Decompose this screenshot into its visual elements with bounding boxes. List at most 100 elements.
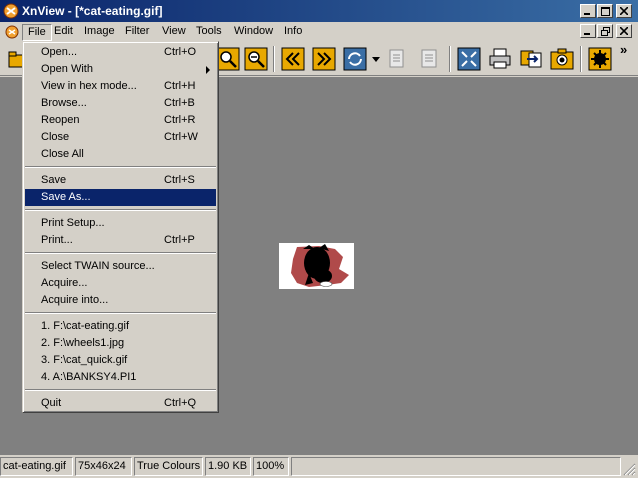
menu-item-print-setup[interactable]: Print Setup... [25, 215, 216, 232]
menu-window[interactable]: Window [229, 24, 278, 41]
menu-item-recent-3[interactable]: 3. F:\cat_quick.gif [25, 352, 216, 369]
doc-restore-button[interactable] [597, 24, 613, 38]
menu-item-recent-1[interactable]: 1. F:\cat-eating.gif [25, 318, 216, 335]
menu-item-shortcut: Ctrl+W [164, 131, 198, 143]
menu-separator [25, 389, 216, 391]
toolbar-separator [273, 46, 275, 72]
menu-item-label: Open With [41, 63, 93, 75]
menu-item-label: Close [41, 131, 70, 143]
menu-item-label: Quit [41, 397, 62, 409]
menu-item-shortcut: Ctrl+B [164, 97, 195, 109]
status-filename: cat-eating.gif [0, 457, 73, 476]
status-file-size: 1.90 KB [205, 457, 251, 476]
next-icon[interactable] [312, 47, 336, 71]
menu-item-reopen[interactable]: Reopen Ctrl+R [25, 112, 216, 129]
status-colours: True Colours [134, 457, 203, 476]
menu-item-label: Select TWAIN source... [41, 260, 155, 272]
capture-icon[interactable] [550, 47, 574, 71]
menu-item-select-twain[interactable]: Select TWAIN source... [25, 258, 216, 275]
menu-separator [25, 209, 216, 211]
menu-item-open-with[interactable]: Open With [25, 61, 216, 78]
copy-icon[interactable] [386, 47, 410, 71]
menu-item-shortcut: Ctrl+P [164, 234, 195, 246]
menu-item-label: View in hex mode... [41, 80, 137, 92]
menu-info[interactable]: Info [279, 24, 307, 41]
doc-minimize-button[interactable] [580, 24, 596, 38]
maximize-icon [600, 6, 610, 16]
minimize-button[interactable] [580, 4, 596, 18]
menu-item-open[interactable]: Open... Ctrl+O [25, 44, 216, 61]
menu-item-shortcut: Ctrl+Q [164, 397, 197, 409]
window-title: XnView - [*cat-eating.gif] [22, 4, 163, 18]
file-menu-dropdown: Open... Ctrl+O Open With View in hex mod… [22, 41, 219, 413]
menu-item-view-hex[interactable]: View in hex mode... Ctrl+H [25, 78, 216, 95]
menu-item-print[interactable]: Print... Ctrl+P [25, 232, 216, 249]
menu-filter[interactable]: Filter [120, 24, 154, 41]
minimize-icon [584, 13, 590, 15]
dropdown-arrow-icon[interactable] [372, 57, 380, 63]
restore-icon [600, 26, 610, 36]
minimize-icon [584, 33, 590, 35]
maximize-button[interactable] [597, 4, 613, 18]
menu-item-shortcut: Ctrl+R [164, 114, 196, 126]
displayed-image [279, 243, 354, 289]
toolbar-separator [449, 46, 451, 72]
print-icon[interactable] [488, 47, 512, 71]
menu-item-save[interactable]: Save Ctrl+S [25, 172, 216, 189]
menu-item-label: 2. F:\wheels1.jpg [41, 337, 125, 349]
settings-icon[interactable] [588, 47, 612, 71]
menu-item-label: Save As... [41, 191, 91, 203]
convert-icon[interactable] [519, 47, 543, 71]
menu-tools[interactable]: Tools [191, 24, 227, 41]
menu-item-label: 3. F:\cat_quick.gif [41, 354, 128, 366]
menu-item-acquire[interactable]: Acquire... [25, 275, 216, 292]
menu-item-acquire-into[interactable]: Acquire into... [25, 292, 216, 309]
menu-item-shortcut: Ctrl+S [164, 174, 195, 186]
menu-item-label: Close All [41, 148, 84, 160]
xnview-logo-icon [3, 3, 19, 19]
submenu-arrow-icon [206, 66, 210, 74]
menu-image[interactable]: Image [79, 24, 120, 41]
menu-item-label: 1. F:\cat-eating.gif [41, 320, 130, 332]
menu-item-shortcut: Ctrl+O [164, 46, 197, 58]
refresh-icon[interactable] [343, 47, 367, 71]
menu-item-browse[interactable]: Browse... Ctrl+B [25, 95, 216, 112]
document-icon[interactable] [4, 24, 20, 40]
menu-item-label: Open... [41, 46, 78, 58]
zoom-in-icon[interactable] [216, 47, 240, 71]
menu-item-label: 4. A:\BANKSY4.PI1 [41, 371, 137, 383]
close-icon [620, 7, 628, 15]
status-zoom: 100% [253, 457, 289, 476]
menu-bar: File Edit Image Filter View Tools Window… [0, 22, 638, 42]
menu-item-label: Print Setup... [41, 217, 105, 229]
toolbar-separator [580, 46, 582, 72]
doc-close-button[interactable] [616, 24, 632, 38]
menu-item-close[interactable]: Close Ctrl+W [25, 129, 216, 146]
menu-item-save-as[interactable]: Save As... [25, 189, 216, 206]
status-message [291, 457, 621, 476]
menu-item-label: Reopen [41, 114, 80, 126]
menu-item-label: Browse... [41, 97, 87, 109]
status-bar: cat-eating.gif 75x46x24 True Colours 1.9… [0, 456, 638, 478]
fullscreen-icon[interactable] [457, 47, 481, 71]
menu-item-recent-2[interactable]: 2. F:\wheels1.jpg [25, 335, 216, 352]
close-icon [620, 27, 628, 35]
menu-file[interactable]: File [22, 24, 52, 41]
menu-separator [25, 252, 216, 254]
status-dimensions: 75x46x24 [75, 457, 132, 476]
menu-separator [25, 166, 216, 168]
resize-grip-icon[interactable] [623, 463, 636, 476]
menu-item-shortcut: Ctrl+H [164, 80, 196, 92]
menu-view[interactable]: View [157, 24, 191, 41]
title-bar: XnView - [*cat-eating.gif] [0, 0, 638, 22]
paste-icon[interactable] [418, 47, 442, 71]
menu-separator [25, 312, 216, 314]
previous-icon[interactable] [281, 47, 305, 71]
close-button[interactable] [616, 4, 632, 18]
menu-edit[interactable]: Edit [49, 24, 78, 41]
toolbar-overflow-icon[interactable]: » [620, 42, 627, 57]
zoom-out-icon[interactable] [244, 47, 268, 71]
menu-item-recent-4[interactable]: 4. A:\BANKSY4.PI1 [25, 369, 216, 386]
menu-item-close-all[interactable]: Close All [25, 146, 216, 163]
menu-item-quit[interactable]: Quit Ctrl+Q [25, 395, 216, 412]
